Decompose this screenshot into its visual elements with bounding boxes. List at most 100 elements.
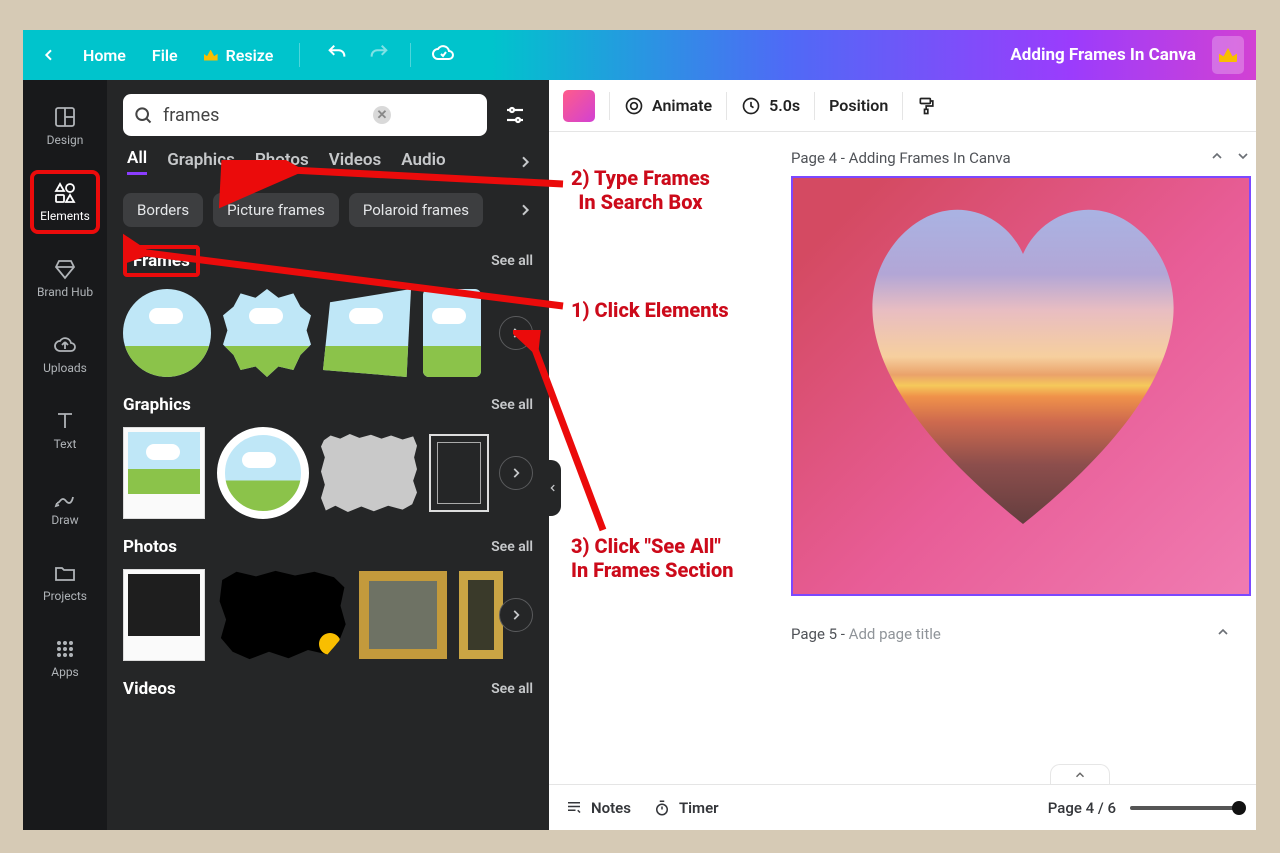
tab-audio[interactable]: Audio <box>401 150 445 174</box>
position-label: Position <box>829 96 888 115</box>
duration-label: 5.0s <box>769 96 800 115</box>
clear-search-button[interactable]: ✕ <box>373 106 391 124</box>
graphic-ring-thumb[interactable] <box>217 427 309 519</box>
page-4-header: Page 4 - Adding Frames In Canva <box>791 148 1251 168</box>
canvas-page-5[interactable] <box>791 652 1231 752</box>
collapse-up-icon[interactable] <box>1209 148 1225 168</box>
photo-ink-thumb[interactable] <box>217 569 347 661</box>
photo-gold-frame-2-thumb[interactable] <box>459 571 503 659</box>
tab-photos[interactable]: Photos <box>255 150 309 174</box>
search-input[interactable] <box>163 105 363 126</box>
frame-trapezoid-thumb[interactable] <box>323 289 411 377</box>
context-toolbar: Animate 5.0s Position <box>549 80 1256 132</box>
animate-button[interactable]: Animate <box>624 96 712 116</box>
chip-picture-frames[interactable]: Picture frames <box>213 193 339 227</box>
sidebar-label: Elements <box>40 209 90 223</box>
sidebar-projects[interactable]: Projects <box>30 550 100 614</box>
notes-button[interactable]: Notes <box>565 799 631 817</box>
sidebar-brand-hub[interactable]: Brand Hub <box>30 246 100 310</box>
redo-button[interactable] <box>368 42 390 68</box>
timer-button[interactable]: Timer <box>653 799 719 817</box>
tab-graphics[interactable]: Graphics <box>167 150 235 174</box>
search-icon <box>133 105 153 125</box>
collapse-up-icon[interactable] <box>1215 624 1231 644</box>
section-frames-title: Frames <box>123 245 200 277</box>
clock-icon <box>741 96 761 116</box>
photo-gold-frame-thumb[interactable] <box>359 571 447 659</box>
collapse-panel-handle[interactable] <box>545 460 561 516</box>
notes-label: Notes <box>591 799 631 817</box>
filters-button[interactable] <box>497 97 533 133</box>
page5-prefix: Page 5 - <box>791 625 849 643</box>
frames-row <box>123 289 533 377</box>
sidebar-label: Brand Hub <box>37 285 93 299</box>
sidebar-elements[interactable]: Elements <box>30 170 100 234</box>
tab-all[interactable]: All <box>127 148 147 175</box>
sidebar-draw[interactable]: Draw <box>30 474 100 538</box>
heart-frame-image[interactable] <box>843 184 1203 544</box>
chip-polaroid-frames[interactable]: Polaroid frames <box>349 193 483 227</box>
zoom-slider[interactable] <box>1130 806 1240 810</box>
format-painter-button[interactable] <box>917 96 937 116</box>
back-button[interactable] <box>41 47 57 63</box>
file-menu[interactable]: File <box>152 46 178 65</box>
sidebar-label: Text <box>54 437 77 451</box>
section-videos-title: Videos <box>123 679 176 699</box>
videos-see-all[interactable]: See all <box>491 681 533 697</box>
section-graphics-title: Graphics <box>123 395 191 415</box>
sidebar-apps[interactable]: Apps <box>30 626 100 690</box>
timer-label: Timer <box>679 799 719 817</box>
sliders-icon <box>503 103 527 127</box>
sidebar-label: Draw <box>51 513 78 527</box>
frames-see-all[interactable]: See all <box>491 253 533 269</box>
sidebar-uploads[interactable]: Uploads <box>30 322 100 386</box>
search-box[interactable]: ✕ <box>123 94 487 136</box>
stopwatch-icon <box>653 799 671 817</box>
frame-flower-thumb[interactable] <box>223 289 311 377</box>
chip-borders[interactable]: Borders <box>123 193 203 227</box>
sidebar-design[interactable]: Design <box>30 94 100 158</box>
zoom-handle[interactable] <box>1232 801 1246 815</box>
duration-button[interactable]: 5.0s <box>741 96 800 116</box>
toolbar-separator <box>410 43 411 67</box>
frame-square-thumb[interactable] <box>423 289 481 377</box>
canvas-area: Animate 5.0s Position <box>549 80 1256 830</box>
photos-scroll-right[interactable] <box>499 598 533 632</box>
paint-roller-icon <box>917 96 937 116</box>
tab-videos[interactable]: Videos <box>329 150 382 174</box>
tabs-scroll-right[interactable] <box>503 149 533 175</box>
page-indicator[interactable]: Page 4 / 6 <box>1048 799 1116 817</box>
graphic-line-frame-thumb[interactable] <box>429 434 489 512</box>
expand-down-icon[interactable] <box>1235 148 1251 168</box>
add-page-tab[interactable] <box>1050 764 1110 784</box>
elements-tabs: All Graphics Photos Videos Audio <box>123 148 533 181</box>
topbar: Home File Resize Adding Frames In Canva <box>23 30 1256 80</box>
design-title[interactable]: Adding Frames In Canva <box>1010 45 1196 65</box>
fill-color-swatch[interactable] <box>563 90 595 122</box>
premium-badge[interactable] <box>1212 36 1244 74</box>
graphic-torn-thumb[interactable] <box>321 434 417 512</box>
frame-circle-thumb[interactable] <box>123 289 211 377</box>
graphics-see-all[interactable]: See all <box>491 397 533 413</box>
position-button[interactable]: Position <box>829 96 888 115</box>
sidebar-label: Uploads <box>43 361 87 375</box>
resize-label: Resize <box>226 46 274 65</box>
animate-label: Animate <box>652 96 712 115</box>
sidebar-text[interactable]: Text <box>30 398 100 462</box>
photos-see-all[interactable]: See all <box>491 539 533 555</box>
graphic-polaroid-thumb[interactable] <box>123 427 205 519</box>
animate-icon <box>624 96 644 116</box>
graphics-scroll-right[interactable] <box>499 456 533 490</box>
resize-button[interactable]: Resize <box>204 46 274 65</box>
side-rail: Design Elements Brand Hub Uploads Text D… <box>23 80 107 830</box>
page4-title[interactable]: Adding Frames In Canva <box>849 149 1011 167</box>
photo-polaroid-thumb[interactable] <box>123 569 205 661</box>
page5-title-placeholder[interactable]: Add page title <box>849 625 941 643</box>
canvas-page-4[interactable] <box>791 176 1251 596</box>
cloud-sync-icon[interactable] <box>431 41 455 69</box>
undo-button[interactable] <box>326 42 348 68</box>
home-button[interactable]: Home <box>83 46 126 65</box>
graphics-row <box>123 427 533 519</box>
frames-scroll-right[interactable] <box>499 316 533 350</box>
chips-scroll-right[interactable] <box>503 193 533 227</box>
